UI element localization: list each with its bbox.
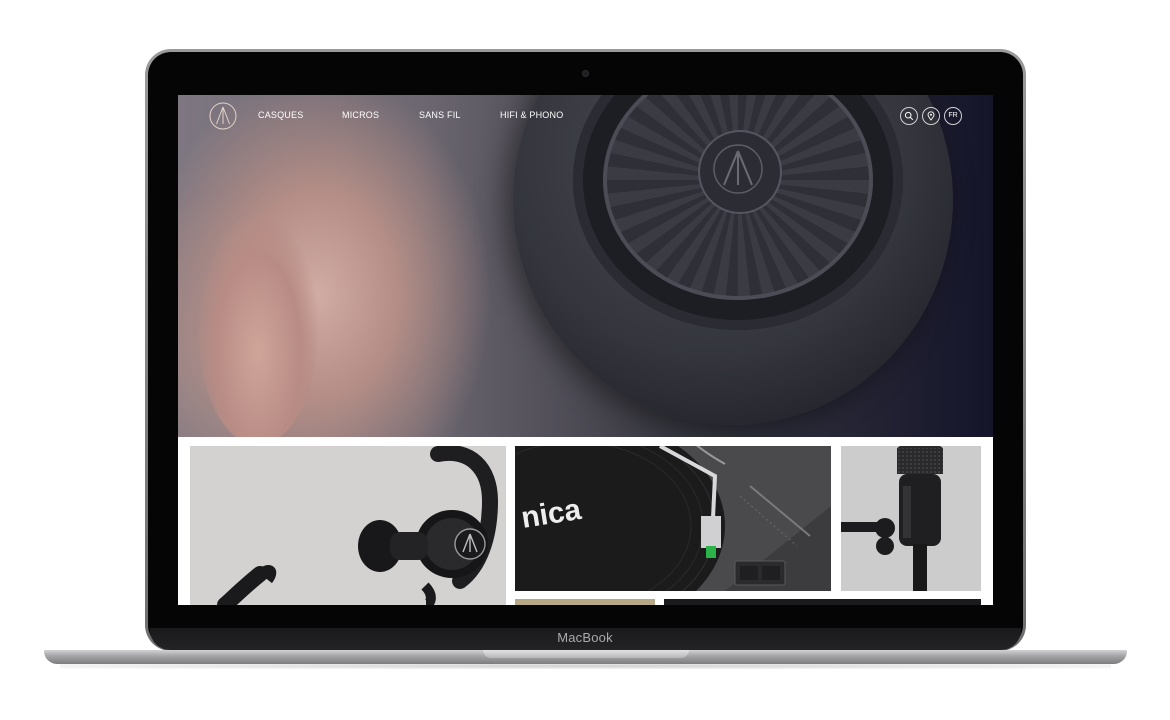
headphone-logo-icon [713, 144, 763, 194]
product-tile-earbuds[interactable] [190, 446, 506, 605]
website-screen: CASQUES MICROS SANS FIL HIFI & PHONO FR [178, 95, 993, 605]
hero-face-image [198, 215, 318, 437]
search-button[interactable] [900, 107, 918, 125]
nav-item-micros[interactable]: MICROS [342, 110, 379, 120]
hero-banner [178, 95, 993, 437]
nav-item-sans-fil[interactable]: SANS FIL [419, 110, 461, 120]
earbuds-image [217, 446, 499, 605]
product-tile-dark[interactable] [664, 599, 981, 605]
turntable-image: nica [515, 446, 831, 591]
product-tile-microphone[interactable] [841, 446, 981, 591]
microphone-image [841, 446, 943, 591]
webcam [583, 71, 588, 76]
product-tile-turntable[interactable]: nica [515, 446, 831, 591]
language-selector[interactable]: FR [944, 107, 962, 125]
device-brand-label: MacBook [557, 630, 613, 645]
store-locator-button[interactable] [922, 107, 940, 125]
site-logo-icon[interactable] [209, 102, 237, 130]
location-pin-icon [927, 111, 935, 121]
nav-item-casques[interactable]: CASQUES [258, 110, 303, 120]
laptop-mockup: CASQUES MICROS SANS FIL HIFI & PHONO FR [0, 0, 1170, 720]
product-tile-beige[interactable] [515, 599, 655, 605]
nav-item-hifi-phono[interactable]: HIFI & PHONO [500, 110, 563, 120]
search-icon [904, 111, 914, 121]
laptop-opening-notch [483, 650, 689, 658]
